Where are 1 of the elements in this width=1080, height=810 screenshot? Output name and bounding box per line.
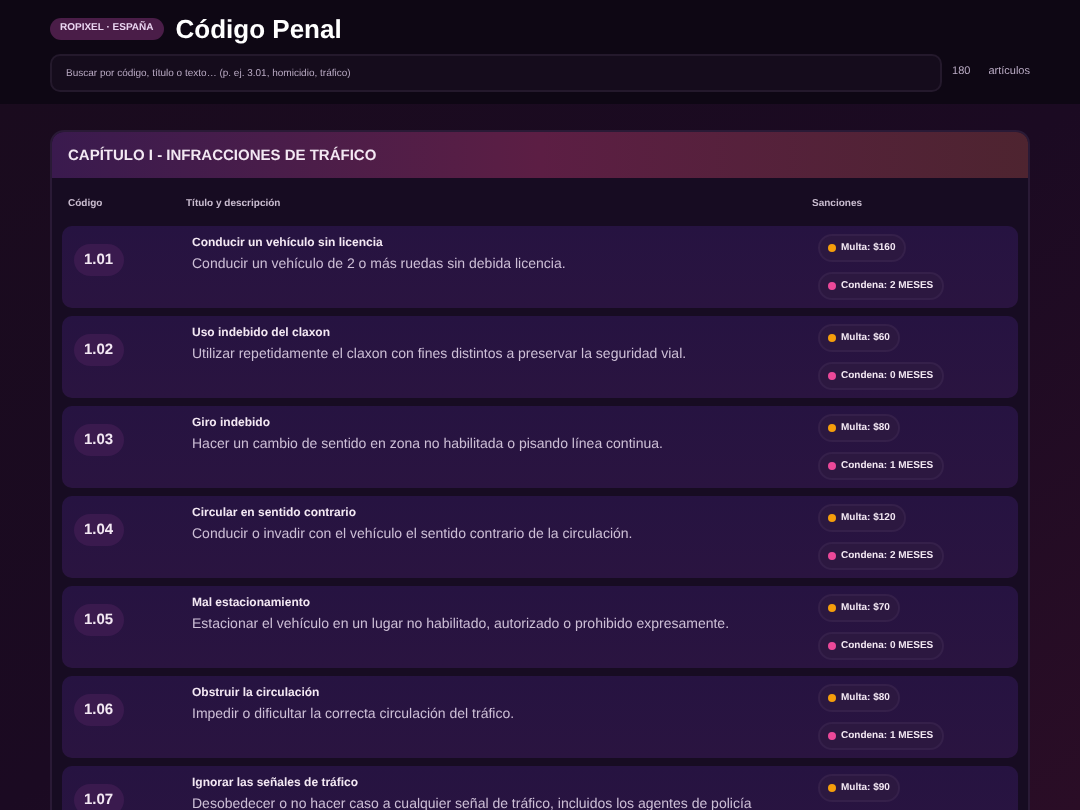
page-title: Código Penal	[175, 11, 342, 48]
